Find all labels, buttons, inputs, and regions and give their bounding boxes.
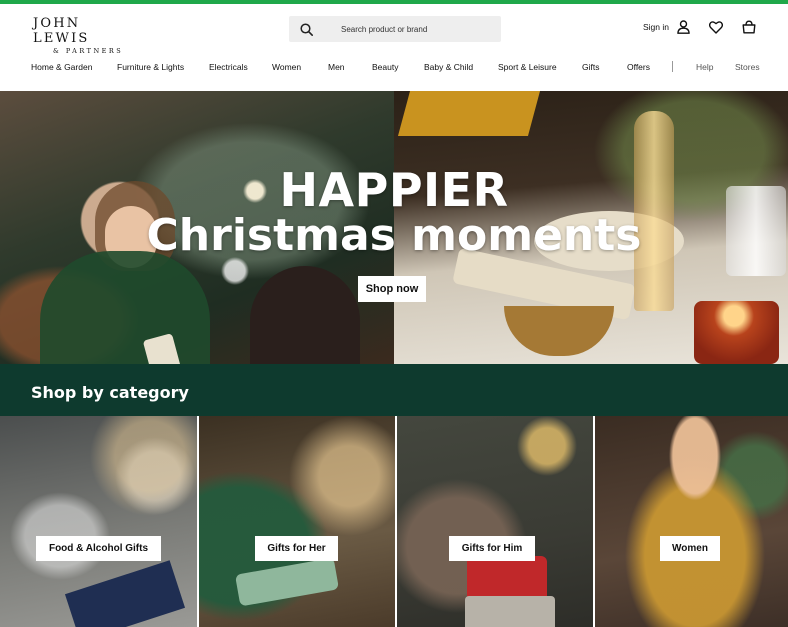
nav-item-women[interactable]: Women <box>272 62 301 72</box>
brand-name: JOHN LEWIS <box>33 16 90 46</box>
brand-logo[interactable]: JOHN LEWIS & PARTNERS <box>33 16 133 55</box>
account-actions: Sign in <box>643 18 758 36</box>
category-heading-band: Shop by category <box>0 364 788 416</box>
nav-divider <box>672 61 673 72</box>
nav-item-furniture-lights[interactable]: Furniture & Lights <box>117 62 184 72</box>
category-label[interactable]: Gifts for Her <box>255 536 338 561</box>
nav-item-home-garden[interactable]: Home & Garden <box>31 62 92 72</box>
category-label[interactable]: Women <box>660 536 720 561</box>
category-label[interactable]: Gifts for Him <box>449 536 535 561</box>
category-tile-food-alcohol[interactable]: Food & Alcohol Gifts <box>0 416 197 627</box>
category-tile-gifts-for-her[interactable]: Gifts for Her <box>199 416 395 627</box>
category-tile-women[interactable]: Women <box>595 416 788 627</box>
nav-item-baby-child[interactable]: Baby & Child <box>424 62 473 72</box>
search-input[interactable]: Search product or brand <box>289 16 501 42</box>
category-label[interactable]: Food & Alcohol Gifts <box>36 536 161 561</box>
nav-item-beauty[interactable]: Beauty <box>372 62 398 72</box>
nav-item-sport-leisure[interactable]: Sport & Leisure <box>498 62 557 72</box>
nav-item-men[interactable]: Men <box>328 62 345 72</box>
shop-now-button[interactable]: Shop now <box>358 276 426 302</box>
nav-item-gifts[interactable]: Gifts <box>582 62 599 72</box>
nav-item-electricals[interactable]: Electricals <box>209 62 248 72</box>
main-navigation: Home & Garden Furniture & Lights Electri… <box>0 52 788 82</box>
search-placeholder: Search product or brand <box>341 24 428 34</box>
hero-title-line1: HAPPIER <box>279 163 509 217</box>
nav-item-help[interactable]: Help <box>696 62 713 72</box>
site-header: JOHN LEWIS & PARTNERS Search product or … <box>0 4 788 55</box>
signin-label[interactable]: Sign in <box>643 22 669 32</box>
basket-icon[interactable] <box>740 18 758 36</box>
heart-icon[interactable] <box>707 18 725 36</box>
search-icon[interactable] <box>293 16 319 42</box>
category-heading: Shop by category <box>31 383 189 402</box>
category-tiles: Food & Alcohol Gifts Gifts for Her Gifts… <box>0 416 788 627</box>
nav-item-offers[interactable]: Offers <box>627 62 650 72</box>
hero-banner[interactable]: HAPPIER Christmas moments Shop now <box>0 91 788 364</box>
hero-title-line2: Christmas moments <box>146 210 642 261</box>
user-icon[interactable] <box>674 18 692 36</box>
category-tile-gifts-for-him[interactable]: Gifts for Him <box>397 416 593 627</box>
nav-item-stores[interactable]: Stores <box>735 62 760 72</box>
